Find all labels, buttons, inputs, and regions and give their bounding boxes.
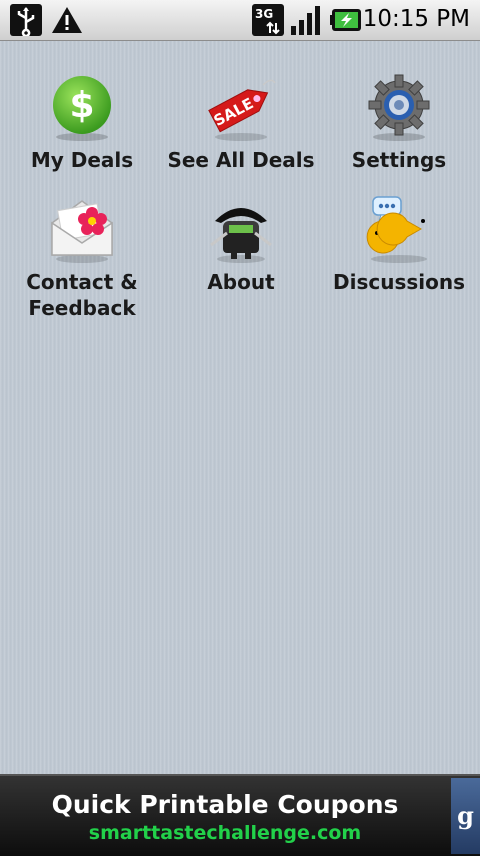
sale-tag-icon: SALE — [208, 79, 276, 141]
ad-network-logo-icon: g — [451, 778, 480, 854]
status-bar: 3G 10:15 PM — [0, 0, 480, 41]
svg-text:$: $ — [69, 85, 94, 126]
menu-item-label: Discussions — [332, 270, 465, 294]
menu-item-label: Contact & Feedback — [26, 270, 138, 320]
android-pirate-icon — [210, 208, 272, 263]
menu-item-label: Settings — [351, 148, 447, 172]
battery-icon — [330, 9, 361, 31]
ad-title: Quick Printable Coupons — [51, 790, 399, 819]
ad-url: smarttastechallenge.com — [88, 822, 362, 844]
dollar-icon: $ — [53, 76, 111, 141]
menu-item-see-all-deals[interactable]: SALE See All Deals — [161, 71, 321, 173]
menu-item-settings[interactable]: Settings — [319, 71, 479, 173]
3g-icon: 3G — [252, 4, 284, 36]
ad-banner[interactable]: Quick Printable Coupons smarttastechalle… — [0, 774, 480, 856]
gear-icon — [368, 74, 430, 141]
signal-icon — [291, 6, 320, 35]
menu-item-label: About — [207, 270, 275, 294]
menu-item-label: My Deals — [30, 148, 134, 172]
menu-item-contact-feedback[interactable]: Contact & Feedback — [2, 193, 162, 321]
warning-icon — [52, 7, 82, 33]
usb-icon — [10, 4, 42, 36]
menu-item-about[interactable]: About — [161, 193, 321, 295]
main-menu: $ My Deals SALE See All Deals Settings C… — [0, 41, 480, 774]
menu-item-my-deals[interactable]: $ My Deals — [2, 71, 162, 173]
svg-text:3G: 3G — [255, 7, 273, 21]
menu-item-label: See All Deals — [167, 148, 315, 172]
chat-pacman-icon — [366, 196, 427, 263]
clock-time: 10:15 PM — [362, 6, 470, 32]
envelope-icon — [51, 200, 113, 263]
menu-item-discussions[interactable]: Discussions — [319, 193, 479, 295]
